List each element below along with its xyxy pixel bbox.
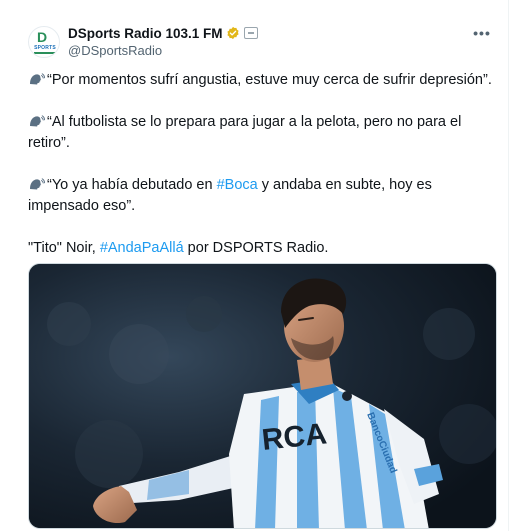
tweet-paragraph-2: “Al futbolista se lo prepara para jugar … — [28, 112, 498, 154]
tweet-card[interactable]: D SPORTS DSports Radio 103.1 FM @DSports… — [0, 0, 509, 531]
tweet-header: D SPORTS DSports Radio 103.1 FM @DSports… — [28, 24, 498, 60]
quote-1: “Por momentos sufrí angustia, estuve muy… — [47, 72, 492, 88]
verified-badge-icon[interactable] — [226, 26, 240, 40]
avatar[interactable]: D SPORTS — [28, 26, 60, 58]
tweet-text: “Por momentos sufrí angustia, estuve muy… — [28, 70, 498, 259]
avatar-logo-bar — [34, 52, 56, 54]
closing-end: por DSPORTS Radio. — [183, 240, 329, 256]
avatar-logo-letter: D — [37, 29, 48, 45]
tweet-paragraph-1: “Por momentos sufrí angustia, estuve muy… — [28, 70, 498, 91]
more-icon[interactable]: ••• — [470, 26, 494, 42]
user-handle[interactable]: @DSportsRadio — [68, 43, 258, 58]
hashtag-andapaalla[interactable]: #AndaPaAllá — [100, 240, 184, 256]
jersey-text: RCA — [260, 417, 328, 457]
avatar-logo-text: SPORTS — [34, 45, 56, 51]
quote-3-start: “Yo ya había debutado en — [47, 177, 217, 193]
affiliate-icon[interactable] — [243, 27, 258, 39]
photo-illustration: BancoCiudad RCA — [29, 264, 496, 528]
speaking-head-icon — [28, 71, 46, 86]
tweet-photo[interactable]: BancoCiudad RCA — [28, 263, 497, 529]
speaking-head-icon — [28, 176, 46, 191]
hashtag-boca[interactable]: #Boca — [217, 177, 258, 193]
quote-2: “Al futbolista se lo prepara para jugar … — [28, 114, 462, 151]
display-name-row: DSports Radio 103.1 FM — [68, 24, 258, 42]
closing-start: "Tito" Noir, — [28, 240, 100, 256]
display-name[interactable]: DSports Radio 103.1 FM — [68, 26, 223, 41]
tweet-paragraph-4: "Tito" Noir, #AndaPaAllá por DSPORTS Rad… — [28, 238, 498, 259]
speaking-head-icon — [28, 113, 46, 128]
author-info: DSports Radio 103.1 FM @DSportsRadio — [68, 24, 258, 58]
tweet-paragraph-3: “Yo ya había debutado en #Boca y andaba … — [28, 175, 498, 217]
